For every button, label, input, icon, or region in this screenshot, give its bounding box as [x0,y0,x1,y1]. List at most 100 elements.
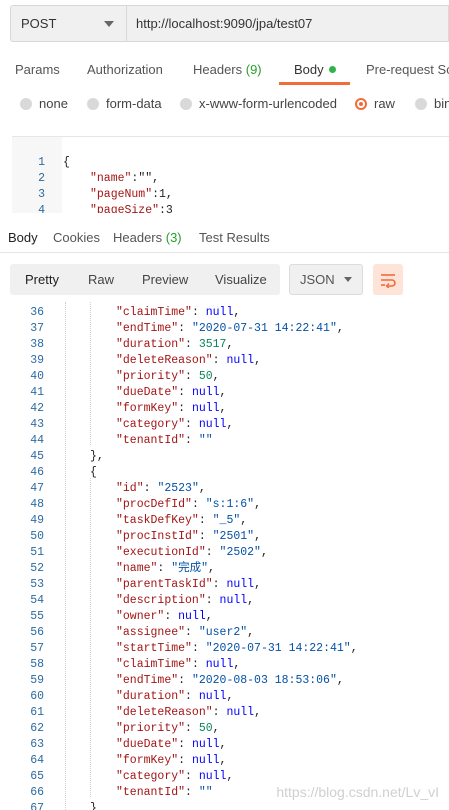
code-text: "parentTaskId": null, [116,578,261,591]
line-number: 36 [30,306,44,319]
json-key: owner [122,610,158,623]
response-line: 41 "dueDate": null, [0,385,449,401]
json-key: dueDate [122,386,172,399]
editor-line: 3 "pageNum":1, [38,188,173,201]
line-number: 67 [30,802,44,810]
json-value: "_5" [212,514,241,527]
response-line: 43 "category": null, [0,417,449,433]
radio-binary[interactable]: bin [415,96,449,111]
tab-params[interactable]: Params [15,62,60,77]
response-line: 44 "tenantId": "" [0,433,449,449]
url-input[interactable]: http://localhost:9090/jpa/test07 [126,5,449,42]
response-line: 39 "deleteReason": null, [0,353,449,369]
line-number: 58 [30,658,44,671]
json-value: null [205,658,234,671]
code-text: "tenantId": "" [116,434,213,447]
tab-authorization[interactable]: Authorization [87,62,163,77]
json-key: dueDate [122,738,172,751]
tab-pre-request-script[interactable]: Pre-request Scr [366,62,449,77]
code-text: "id": "2523", [116,482,206,495]
json-value: null [198,690,227,703]
tab-cookies[interactable]: Cookies [53,230,100,245]
json-value: "2020-08-03 18:53:06" [191,674,337,687]
code-text: "endTime": "2020-07-31 14:22:41", [116,322,344,335]
json-key: priority [122,370,179,383]
radio-none[interactable]: none [20,96,68,111]
radio-form-data[interactable]: form-data [87,96,162,111]
code-text: "owner": null, [116,610,213,623]
line-number: 64 [30,754,44,767]
json-value: null [191,738,220,751]
json-value: null [178,610,206,623]
request-body-editor[interactable]: 1{ 2 "name":"", 3 "pageNum":1, 4 "pageSize"… [12,136,449,213]
json-key: assignee [122,626,179,639]
json-key: endTime [122,674,172,687]
line-number: 61 [30,706,44,719]
code-text: "name": "完成", [116,562,215,575]
radio-circle [180,97,192,110]
line-number: 38 [30,338,44,351]
json-value: "2020-07-31 14:22:41" [191,322,337,335]
wrap-lines-button[interactable] [373,264,403,295]
response-line: 54 "description": null, [0,593,449,609]
wrap-lines-icon [381,273,396,288]
code-text: "startTime": "2020-07-31 14:22:41", [116,642,358,655]
visualize-button[interactable]: Visualize [215,272,267,287]
tab-test-results[interactable]: Test Results [199,230,270,245]
response-line: 46 { [0,465,449,481]
json-value: "" [198,434,213,447]
line-number: 49 [30,514,44,527]
code-text: "claimTime": null, [116,658,241,671]
json-value: null [205,306,234,319]
radio-raw[interactable]: raw [355,96,395,111]
chevron-down-icon [104,21,114,27]
json-value: "s:1:6" [205,498,255,511]
response-line: 59 "endTime": "2020-08-03 18:53:06", [0,673,449,689]
radio-x-www-form-urlencoded[interactable]: x-www-form-urlencoded [180,96,337,111]
json-key: duration [122,690,179,703]
tab-response-body[interactable]: Body [8,230,38,245]
code-text: }, [90,450,104,463]
pretty-button[interactable]: Pretty [25,272,59,287]
response-body-viewer[interactable]: 36 "claimTime": null, 37 "endTime": "2020-0… [0,302,449,810]
raw-button[interactable]: Raw [88,272,114,287]
json-value: 3517 [198,338,227,351]
code-text: "taskDefKey": "_5", [116,514,248,527]
json-value: null [198,770,227,783]
tab-headers[interactable]: Headers (9) [193,62,262,77]
code-text: "dueDate": null, [116,386,227,399]
tab-response-headers[interactable]: Headers (3) [113,230,182,245]
json-value: "2020-07-31 14:22:41" [205,642,351,655]
editor-line: 4 "pageSize":3 [38,204,173,213]
json-key: name [122,562,151,575]
json-key: category [122,418,179,431]
line-number: 47 [30,482,44,495]
line-number: 51 [30,546,44,559]
code-text: "procInstId": "2501", [116,530,261,543]
json-value: null [226,354,255,367]
preview-button[interactable]: Preview [142,272,188,287]
view-mode-group: Pretty Raw Preview Visualize [10,264,280,295]
method-select[interactable]: POST [10,5,126,42]
radio-circle-selected [355,97,367,110]
code-text: "duration": null, [116,690,234,703]
response-line: 45}, [0,449,449,465]
body-indicator-dot [328,66,336,73]
code-text: "tenantId": "" [116,786,213,799]
json-key: claimTime [122,658,186,671]
watermark: https://blog.csdn.net/Lv_vI [276,784,439,800]
tab-body[interactable]: Body [294,62,336,77]
json-value: "2523" [157,482,199,495]
response-line: 63 "dueDate": null, [0,737,449,753]
response-line: 51 "executionId": "2502", [0,545,449,561]
json-key: endTime [122,322,172,335]
json-value: null [226,578,255,591]
json-value: "user2" [198,626,248,639]
line-number: 54 [30,594,44,607]
response-tabs: Body Cookies Headers (3) Test Results [0,230,449,250]
json-key: id [122,482,137,495]
language-select[interactable]: JSON [289,264,363,295]
code-text: "duration": 3517, [116,338,234,351]
code-text: "formKey": null, [116,754,227,767]
json-key: taskDefKey [122,514,192,527]
